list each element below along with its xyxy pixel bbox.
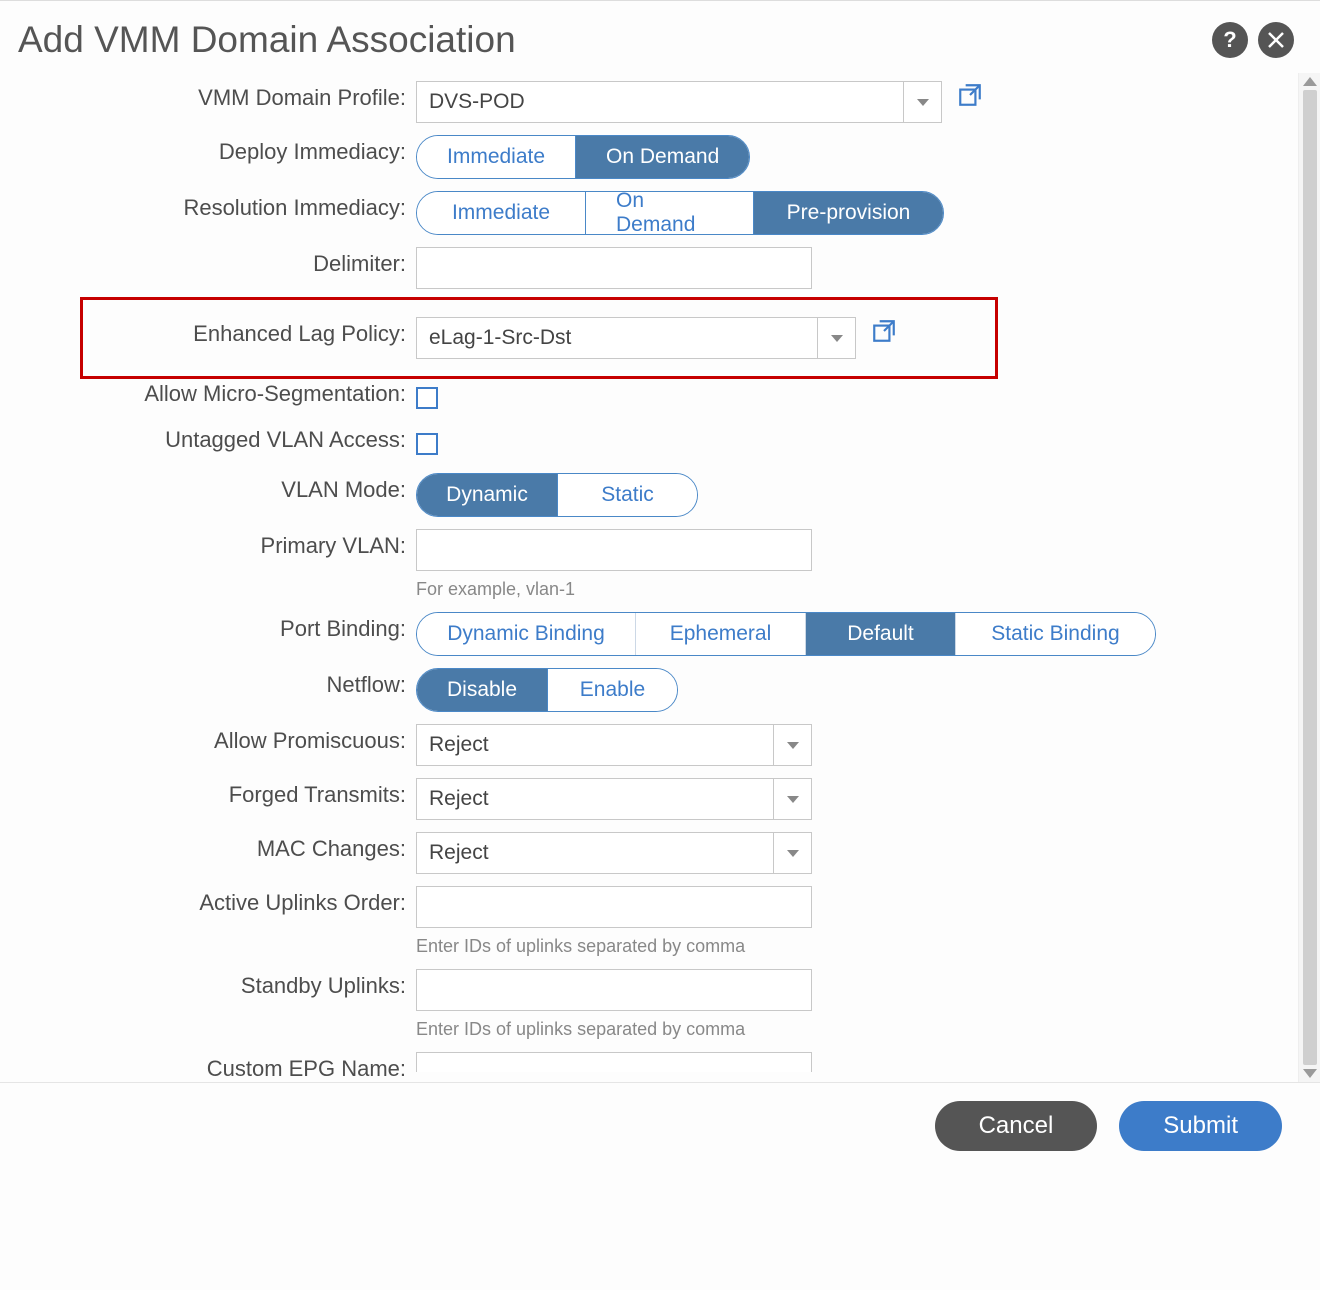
allow-micro-checkbox[interactable] — [416, 387, 438, 409]
label-domain-profile: VMM Domain Profile: — [0, 77, 416, 111]
row-resolution-immediacy: Resolution Immediacy: Immediate On Deman… — [0, 187, 1292, 239]
custom-epg-input[interactable] — [416, 1052, 812, 1072]
vlan-mode-toggle: Dynamic Static — [416, 473, 698, 517]
label-resolution-immediacy: Resolution Immediacy: — [0, 187, 416, 221]
label-allow-micro: Allow Micro-Segmentation: — [0, 377, 416, 407]
label-mac-changes: MAC Changes: — [0, 828, 416, 862]
delimiter-input[interactable] — [416, 247, 812, 289]
active-uplinks-input[interactable] — [416, 886, 812, 928]
row-deploy-immediacy: Deploy Immediacy: Immediate On Demand — [0, 131, 1292, 183]
standby-uplinks-hint: Enter IDs of uplinks separated by comma — [416, 1019, 1292, 1040]
dialog-header: Add VMM Domain Association ? — [0, 1, 1320, 73]
row-allow-promiscuous: Allow Promiscuous: Reject — [0, 720, 1292, 770]
label-custom-epg: Custom EPG Name: — [0, 1048, 416, 1082]
label-delimiter: Delimiter: — [0, 243, 416, 277]
chevron-down-icon[interactable] — [817, 318, 855, 358]
label-netflow: Netflow: — [0, 664, 416, 698]
allow-promiscuous-select[interactable]: Reject — [416, 724, 812, 766]
row-domain-profile: VMM Domain Profile: DVS-POD — [0, 77, 1292, 127]
label-active-uplinks: Active Uplinks Order: — [0, 882, 416, 916]
label-forged-transmits: Forged Transmits: — [0, 774, 416, 808]
deploy-immediacy-toggle: Immediate On Demand — [416, 135, 750, 179]
port-binding-toggle: Dynamic Binding Ephemeral Default Static… — [416, 612, 1156, 656]
vlan-dynamic-option[interactable]: Dynamic — [417, 474, 557, 516]
label-enhanced-lag: Enhanced Lag Policy: — [0, 313, 416, 347]
resolution-ondemand-option[interactable]: On Demand — [585, 192, 753, 234]
primary-vlan-input[interactable] — [416, 529, 812, 571]
domain-profile-select[interactable]: DVS-POD — [416, 81, 942, 123]
label-port-binding: Port Binding: — [0, 608, 416, 642]
scroll-up-icon[interactable] — [1303, 77, 1317, 86]
label-vlan-mode: VLAN Mode: — [0, 469, 416, 503]
chevron-down-icon[interactable] — [903, 82, 941, 122]
active-uplinks-hint: Enter IDs of uplinks separated by comma — [416, 936, 1292, 957]
vlan-static-option[interactable]: Static — [557, 474, 697, 516]
label-allow-promiscuous: Allow Promiscuous: — [0, 720, 416, 754]
add-vmm-domain-dialog: Add VMM Domain Association ? VMM Domain … — [0, 0, 1320, 1163]
popout-icon[interactable] — [957, 82, 983, 108]
row-forged-transmits: Forged Transmits: Reject — [0, 774, 1292, 824]
forged-transmits-select[interactable]: Reject — [416, 778, 812, 820]
untagged-vlan-checkbox[interactable] — [416, 433, 438, 455]
row-custom-epg: Custom EPG Name: — [0, 1048, 1292, 1082]
chevron-down-icon[interactable] — [773, 779, 811, 819]
port-default-option[interactable]: Default — [805, 613, 955, 655]
submit-button[interactable]: Submit — [1119, 1101, 1282, 1151]
resolution-immediacy-toggle: Immediate On Demand Pre-provision — [416, 191, 944, 235]
header-icons: ? — [1212, 22, 1294, 58]
row-vlan-mode: VLAN Mode: Dynamic Static — [0, 469, 1292, 521]
row-port-binding: Port Binding: Dynamic Binding Ephemeral … — [0, 608, 1292, 660]
content-wrap: VMM Domain Profile: DVS-POD Deploy Immed… — [0, 73, 1320, 1082]
netflow-enable-option[interactable]: Enable — [547, 669, 677, 711]
scrollbar[interactable] — [1298, 73, 1320, 1082]
label-primary-vlan: Primary VLAN: — [0, 525, 416, 559]
row-primary-vlan: Primary VLAN: For example, vlan-1 — [0, 525, 1292, 604]
resolution-immediate-option[interactable]: Immediate — [417, 192, 585, 234]
netflow-disable-option[interactable]: Disable — [417, 669, 547, 711]
cancel-button[interactable]: Cancel — [935, 1101, 1098, 1151]
netflow-toggle: Disable Enable — [416, 668, 678, 712]
deploy-ondemand-option[interactable]: On Demand — [575, 136, 749, 178]
row-netflow: Netflow: Disable Enable — [0, 664, 1292, 716]
deploy-immediate-option[interactable]: Immediate — [417, 136, 575, 178]
enhanced-lag-select[interactable]: eLag-1-Src-Dst — [416, 317, 856, 359]
dialog-footer: Cancel Submit — [0, 1082, 1320, 1163]
resolution-preprovision-option[interactable]: Pre-provision — [753, 192, 943, 234]
chevron-down-icon[interactable] — [773, 725, 811, 765]
port-ephemeral-option[interactable]: Ephemeral — [635, 613, 805, 655]
label-untagged-vlan: Untagged VLAN Access: — [0, 423, 416, 453]
port-static-option[interactable]: Static Binding — [955, 613, 1155, 655]
help-icon[interactable]: ? — [1212, 22, 1248, 58]
mac-changes-select[interactable]: Reject — [416, 832, 812, 874]
popout-icon[interactable] — [871, 318, 897, 344]
row-mac-changes: MAC Changes: Reject — [0, 828, 1292, 878]
row-enhanced-lag: Enhanced Lag Policy: eLag-1-Src-Dst — [0, 303, 1292, 373]
scroll-thumb[interactable] — [1303, 90, 1317, 1065]
row-standby-uplinks: Standby Uplinks: Enter IDs of uplinks se… — [0, 965, 1292, 1044]
scroll-down-icon[interactable] — [1303, 1069, 1317, 1078]
dialog-title: Add VMM Domain Association — [18, 19, 516, 61]
port-dynamic-option[interactable]: Dynamic Binding — [417, 613, 635, 655]
chevron-down-icon[interactable] — [773, 833, 811, 873]
row-active-uplinks: Active Uplinks Order: Enter IDs of uplin… — [0, 882, 1292, 961]
standby-uplinks-input[interactable] — [416, 969, 812, 1011]
label-standby-uplinks: Standby Uplinks: — [0, 965, 416, 999]
row-allow-micro: Allow Micro-Segmentation: — [0, 377, 1292, 419]
label-deploy-immediacy: Deploy Immediacy: — [0, 131, 416, 165]
form-area: VMM Domain Profile: DVS-POD Deploy Immed… — [0, 73, 1298, 1082]
row-delimiter: Delimiter: — [0, 243, 1292, 299]
primary-vlan-hint: For example, vlan-1 — [416, 579, 1292, 600]
row-untagged-vlan: Untagged VLAN Access: — [0, 423, 1292, 465]
close-icon[interactable] — [1258, 22, 1294, 58]
